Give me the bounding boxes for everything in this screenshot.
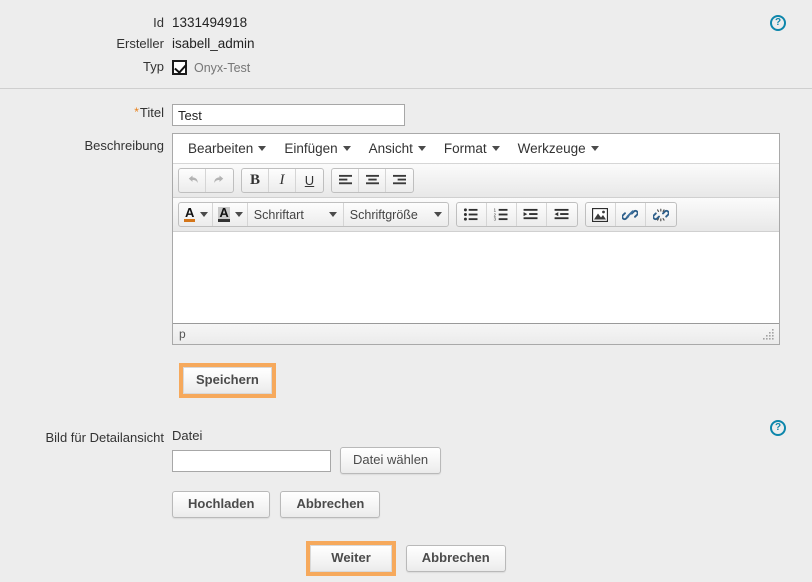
font-family-select[interactable]: Schriftart [248, 203, 344, 226]
title-label-text: Titel [139, 105, 164, 120]
menu-werkzeuge-label: Werkzeuge [517, 141, 586, 156]
typ-label: Typ [143, 59, 164, 74]
underline-icon[interactable]: U [296, 169, 323, 192]
bold-icon[interactable]: B [242, 169, 269, 192]
align-left-icon[interactable] [332, 169, 359, 192]
menu-bearbeiten[interactable]: Bearbeiten [179, 137, 275, 160]
help-icon[interactable]: ? [770, 15, 786, 31]
chevron-down-icon [258, 146, 267, 151]
chevron-down-icon [491, 146, 500, 151]
title-input[interactable] [172, 104, 405, 126]
image-icon[interactable] [586, 203, 616, 226]
menu-ansicht[interactable]: Ansicht [360, 137, 435, 160]
help-icon-glyph: ? [774, 17, 782, 28]
align-center-icon[interactable] [359, 169, 386, 192]
text-color-icon[interactable]: A [179, 203, 214, 226]
menu-werkzeuge[interactable]: Werkzeuge [509, 137, 608, 160]
rich-text-editor[interactable]: Bearbeiten Einfügen Ansicht Format Werkz… [172, 133, 780, 345]
font-size-select[interactable]: Schriftgröße [344, 203, 448, 226]
menu-format[interactable]: Format [435, 137, 509, 160]
footer-actions: Weiter Abbrechen [0, 541, 812, 576]
underline-icon-glyph: U [304, 173, 315, 188]
background-color-icon[interactable]: A [213, 203, 248, 226]
menu-format-label: Format [443, 141, 487, 156]
meta-row-id: Id 1331494918 [0, 14, 812, 31]
editor-toolbar-row-1: B I U [173, 164, 779, 198]
text-style-button-group: B I U [241, 168, 324, 193]
italic-icon[interactable]: I [269, 169, 296, 192]
text-color-glyph: A [184, 205, 196, 222]
svg-text:3: 3 [494, 217, 497, 221]
save-button-highlight: Speichern [179, 363, 276, 398]
editor-element-path[interactable]: p [179, 327, 186, 341]
font-size-value: Schriftgröße [349, 207, 418, 222]
image-upload-section: Bild für Detailansicht Datei Datei wähle… [0, 428, 812, 518]
section-divider [0, 88, 812, 89]
chevron-down-icon [433, 212, 442, 217]
file-path-input[interactable] [172, 449, 331, 472]
undo-icon[interactable] [179, 169, 206, 192]
menu-bearbeiten-label: Bearbeiten [188, 141, 254, 156]
menu-ansicht-label: Ansicht [368, 141, 413, 156]
onyx-test-checkbox[interactable] [172, 60, 187, 75]
editor-menubar: Bearbeiten Einfügen Ansicht Format Werkz… [173, 134, 779, 164]
ersteller-value: isabell_admin [172, 36, 255, 51]
upload-cancel-button[interactable]: Abbrechen [280, 491, 381, 518]
chevron-down-icon [590, 146, 599, 151]
bullet-list-icon[interactable] [457, 203, 487, 226]
image-upload-label: Bild für Detailansicht [45, 430, 165, 445]
onyx-test-checkbox-wrap[interactable]: Onyx-Test [172, 60, 812, 75]
meta-row-ersteller: Ersteller isabell_admin [0, 35, 812, 52]
link-icon[interactable] [616, 203, 646, 226]
editor-content-area[interactable] [173, 232, 779, 324]
redo-icon[interactable] [206, 169, 233, 192]
menu-einfuegen-label: Einfügen [284, 141, 338, 156]
bold-icon-glyph: B [249, 172, 260, 188]
chevron-down-icon [342, 146, 351, 151]
menu-einfuegen[interactable]: Einfügen [275, 137, 359, 160]
upload-actions-row: Hochladen Abbrechen [172, 491, 812, 518]
onyx-test-label: Onyx-Test [194, 60, 251, 75]
file-picker-row: Datei wählen [172, 447, 812, 474]
id-value: 1331494918 [172, 15, 248, 30]
description-label: Beschreibung [84, 138, 165, 153]
alignment-button-group [331, 168, 414, 193]
align-right-icon[interactable] [386, 169, 413, 192]
save-button[interactable]: Speichern [183, 367, 272, 394]
resize-handle-icon[interactable] [763, 328, 775, 340]
unlink-icon[interactable] [646, 203, 676, 226]
chevron-down-icon [234, 212, 243, 217]
editor-statusbar: p [173, 324, 779, 344]
title-row: *Titel [0, 104, 812, 126]
chevron-down-icon [200, 212, 209, 217]
next-button[interactable]: Weiter [310, 545, 392, 572]
indent-icon[interactable] [517, 203, 547, 226]
ersteller-label: Ersteller [116, 36, 164, 51]
meta-row-typ: Typ Onyx-Test [0, 58, 812, 75]
list-indent-button-group: 1 2 3 [455, 202, 578, 227]
history-button-group [178, 168, 234, 193]
file-label: Datei [172, 428, 203, 443]
title-label: *Titel [0, 104, 172, 121]
chevron-down-icon [417, 146, 426, 151]
outdent-icon[interactable] [547, 203, 577, 226]
editor-toolbar-row-2: A A Schriftart Schriftgröße 1 2 3 [173, 198, 779, 232]
next-button-highlight: Weiter [306, 541, 396, 576]
description-row: Beschreibung Bearbeiten Einfügen Ansicht [0, 133, 812, 345]
insert-button-group [584, 202, 677, 227]
chevron-down-icon [328, 212, 337, 217]
metadata-block: Id 1331494918 Ersteller isabell_admin Ty… [0, 0, 812, 75]
cancel-button[interactable]: Abbrechen [405, 545, 506, 572]
font-controls-group: A A Schriftart Schriftgröße [178, 202, 449, 227]
italic-icon-glyph: I [279, 172, 285, 188]
font-family-value: Schriftart [253, 207, 304, 222]
id-label: Id [153, 15, 164, 30]
numbered-list-icon[interactable]: 1 2 3 [487, 203, 517, 226]
upload-button[interactable]: Hochladen [172, 491, 271, 518]
background-color-glyph: A [218, 205, 230, 222]
required-marker: * [134, 105, 139, 119]
choose-file-button[interactable]: Datei wählen [340, 447, 442, 474]
